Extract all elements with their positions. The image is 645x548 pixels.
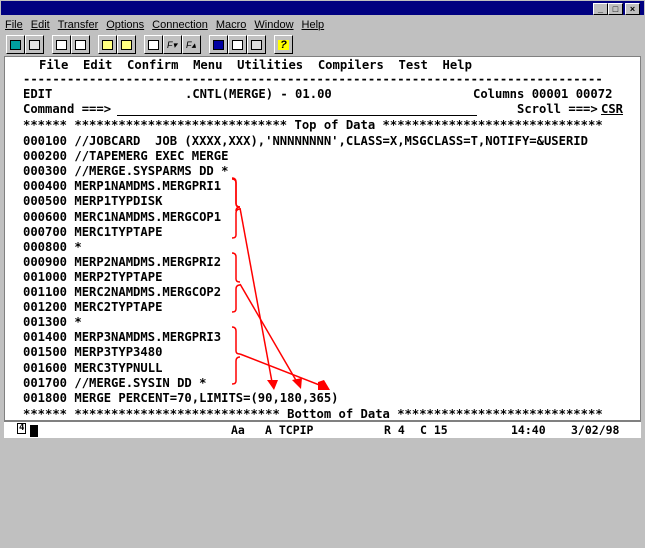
arrowhead (318, 380, 330, 390)
case-indicator: Aa (231, 423, 245, 437)
arrow-line (239, 353, 323, 387)
arrow-line (239, 283, 298, 383)
arrowhead (267, 380, 278, 390)
session-indicator: 4 (17, 423, 27, 434)
status-bar: 4 Aa A TCPIP R 4 C 15 14:40 3/02/98 (4, 421, 641, 438)
column-indicator: C 15 (420, 423, 448, 437)
annotation-overlay (231, 177, 330, 390)
row-indicator: R 4 (384, 423, 405, 437)
cursor-block (30, 425, 38, 437)
time: 14:40 (511, 423, 546, 437)
bracket (231, 252, 241, 313)
date: 3/02/98 (571, 423, 620, 437)
arrowhead (292, 378, 302, 389)
connection-status: A TCPIP (265, 423, 314, 437)
bracket (231, 326, 241, 385)
